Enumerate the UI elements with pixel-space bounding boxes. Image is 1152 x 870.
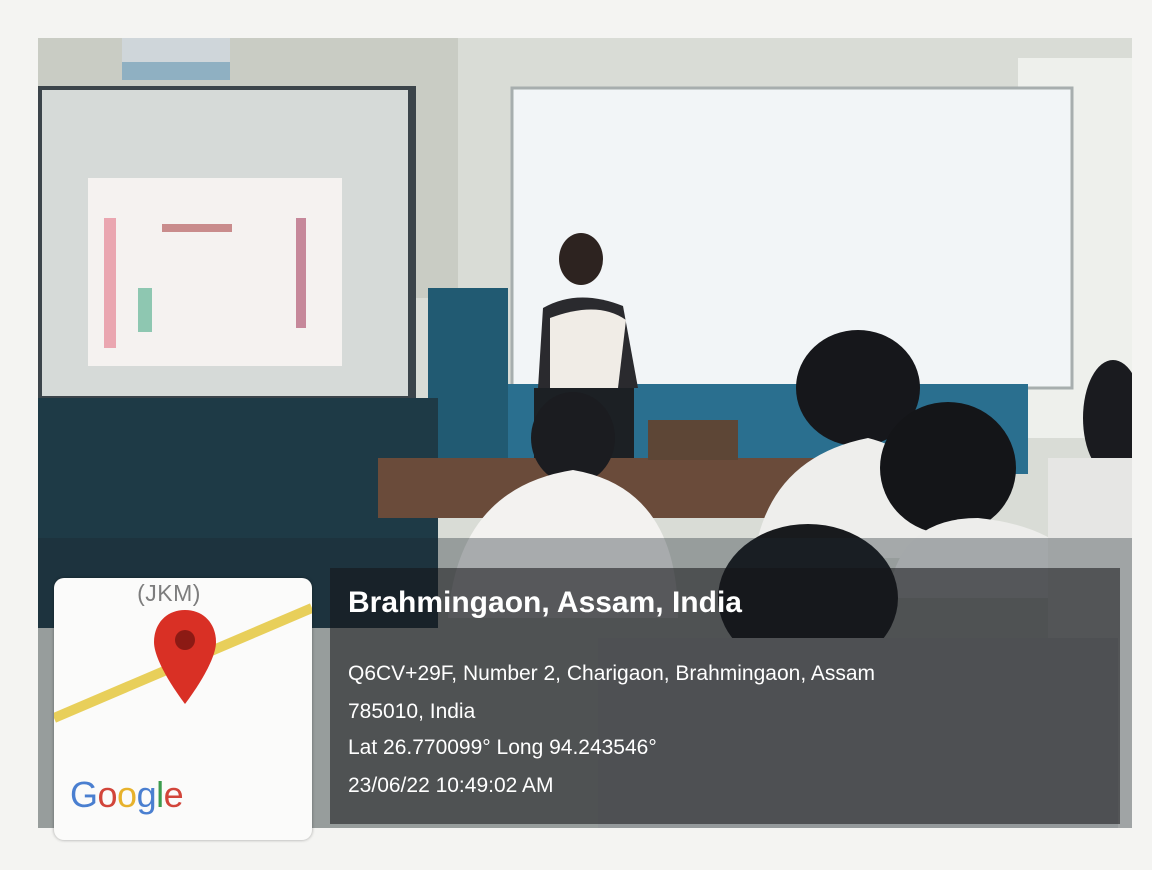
map-place-label: (JKM)	[137, 580, 201, 606]
coordinates: Lat 26.770099° Long 94.243546°	[348, 736, 657, 759]
timestamp: 23/06/22 10:49:02 AM	[348, 774, 554, 797]
location-pin-icon	[154, 610, 216, 704]
map-thumbnail: (JKM) Google	[54, 578, 312, 840]
location-title: Brahmingaon, Assam, India	[348, 586, 742, 619]
address-line-2: 785010, India	[348, 700, 476, 723]
geotag-info-panel: Brahmingaon, Assam, India Q6CV+29F, Numb…	[330, 568, 1120, 824]
google-logo: Google	[70, 774, 184, 815]
address-line-1: Q6CV+29F, Number 2, Charigaon, Brahminga…	[348, 662, 876, 685]
